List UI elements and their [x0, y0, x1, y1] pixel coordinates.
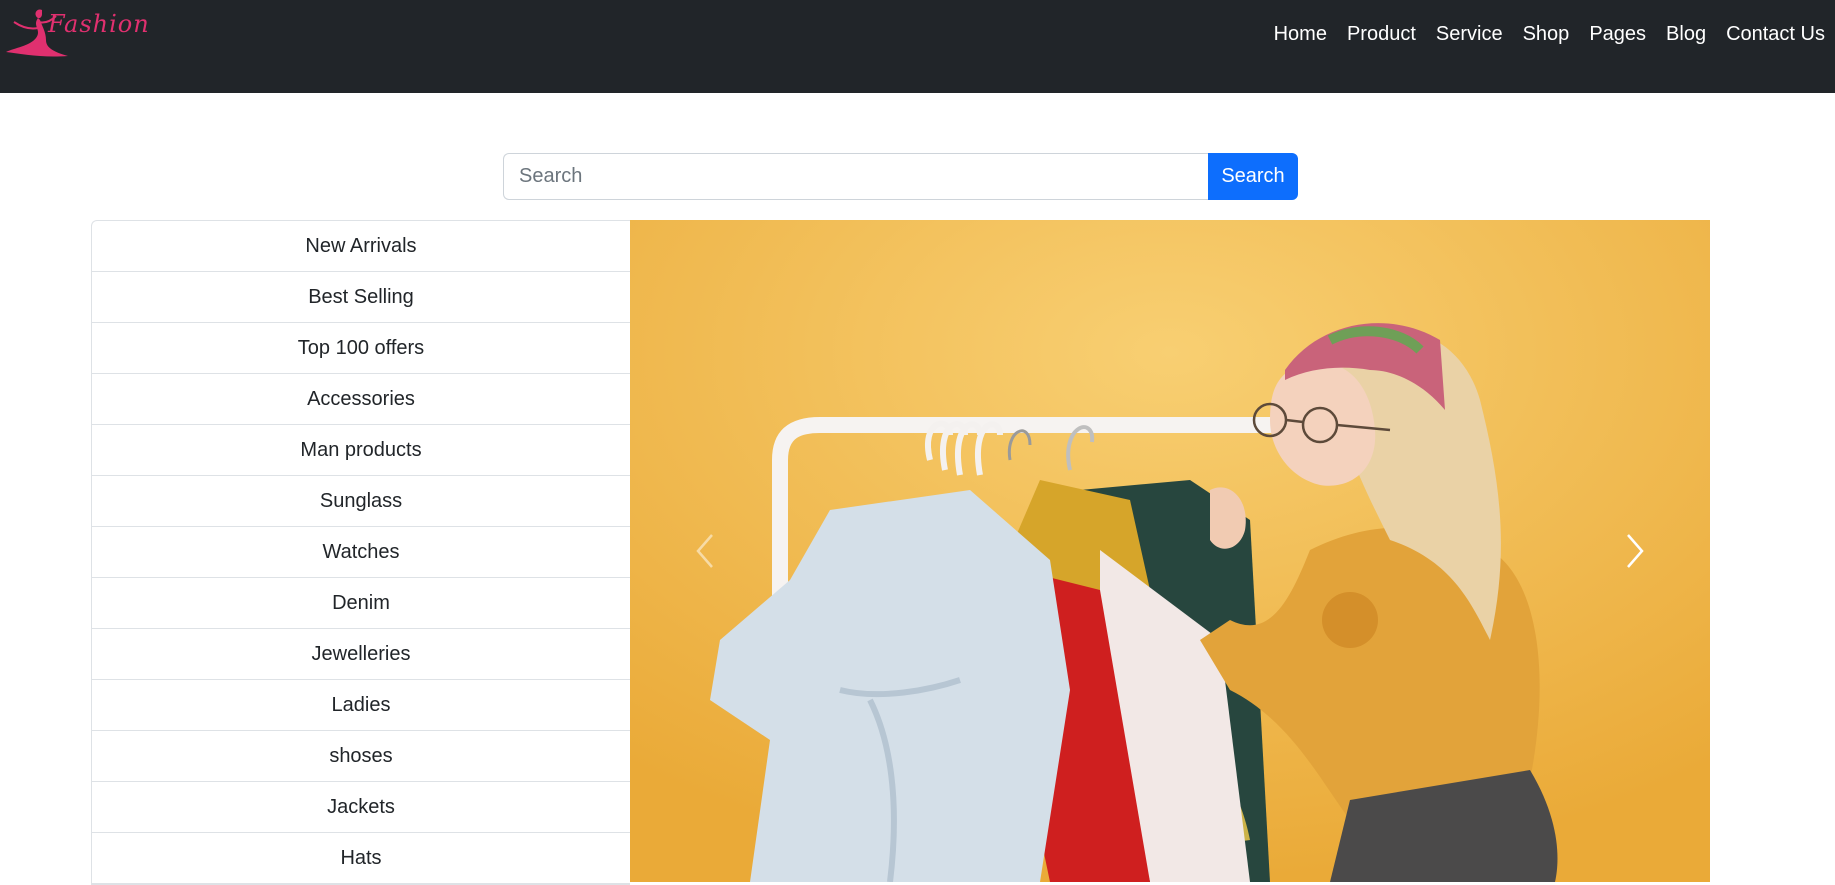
nav-pages[interactable]: Pages: [1589, 20, 1646, 48]
brand-logo[interactable]: Fashion: [0, 0, 150, 70]
category-accessories[interactable]: Accessories: [92, 374, 630, 425]
category-man-products[interactable]: Man products: [92, 425, 630, 476]
chevron-right-icon: [1627, 534, 1644, 568]
nav-product[interactable]: Product: [1347, 20, 1416, 48]
category-hats[interactable]: Hats: [92, 833, 630, 884]
search-button[interactable]: Search: [1208, 153, 1298, 200]
search-input[interactable]: [503, 153, 1208, 200]
main-nav: Home Product Service Shop Pages Blog Con…: [1274, 20, 1825, 48]
carousel-next-button[interactable]: [1560, 220, 1710, 882]
category-new-arrivals[interactable]: New Arrivals: [92, 221, 630, 272]
category-jackets[interactable]: Jackets: [92, 782, 630, 833]
nav-blog[interactable]: Blog: [1666, 20, 1706, 48]
category-top-100-offers[interactable]: Top 100 offers: [92, 323, 630, 374]
nav-shop[interactable]: Shop: [1523, 20, 1570, 48]
carousel-prev-button[interactable]: [630, 220, 780, 882]
carousel-slide-image: [630, 220, 1710, 882]
category-jewelleries[interactable]: Jewelleries: [92, 629, 630, 680]
category-watches[interactable]: Watches: [92, 527, 630, 578]
category-best-selling[interactable]: Best Selling: [92, 272, 630, 323]
category-sunglass[interactable]: Sunglass: [92, 476, 630, 527]
category-shoses[interactable]: shoses: [92, 731, 630, 782]
hero-carousel: [630, 220, 1710, 882]
category-denim[interactable]: Denim: [92, 578, 630, 629]
chevron-left-icon: [696, 534, 713, 568]
navbar: Fashion Home Product Service Shop Pages …: [0, 0, 1835, 93]
nav-home[interactable]: Home: [1274, 20, 1327, 48]
nav-service[interactable]: Service: [1436, 20, 1503, 48]
nav-contact-us[interactable]: Contact Us: [1726, 20, 1825, 48]
category-ladies[interactable]: Ladies: [92, 680, 630, 731]
search-form: Search: [503, 153, 1298, 200]
category-list: New Arrivals Best Selling Top 100 offers…: [91, 220, 630, 885]
brand-logo-text: Fashion: [48, 10, 150, 38]
